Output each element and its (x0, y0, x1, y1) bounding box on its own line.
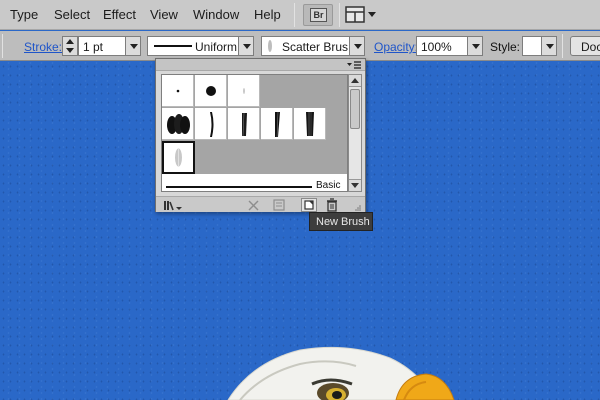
art-brush-basic[interactable]: Basic (162, 174, 347, 191)
opacity-panel-link[interactable]: Opacity: (374, 40, 418, 54)
document-setup-label: Doc (581, 40, 600, 54)
new-brush-tooltip: New Brush (309, 212, 373, 231)
panel-resize-grip[interactable] (354, 201, 362, 211)
bristle-brush-wide[interactable] (294, 108, 326, 140)
style-label: Style: (490, 40, 521, 54)
brush-preview-icon (268, 40, 272, 52)
bridge-icon: Br (310, 8, 327, 22)
scroll-up-arrow[interactable] (349, 75, 361, 87)
delete-brush-button[interactable] (324, 198, 340, 212)
menu-type[interactable]: Type (10, 7, 38, 22)
brush-options-button[interactable] (271, 198, 287, 212)
stroke-panel-link[interactable]: Stroke: (24, 40, 62, 54)
brush-libraries-menu-button[interactable] (162, 198, 184, 212)
control-bar: Stroke: 1 pt Uniform Scatter Brus... Opa… (0, 31, 600, 61)
profile-stroke-preview (154, 45, 192, 47)
arrange-documents-icon (345, 6, 376, 23)
bridge-button[interactable]: Br (303, 4, 333, 26)
graphic-style-swatch[interactable] (522, 36, 542, 56)
calligraphic-brush-small[interactable] (162, 75, 194, 107)
options-icon (273, 199, 285, 211)
menu-bar: Type Select Effect View Window Help Br (0, 0, 600, 30)
new-brush-icon (304, 200, 314, 210)
menu-effect[interactable]: Effect (103, 7, 136, 22)
arrange-documents-button[interactable] (345, 6, 379, 24)
opacity-value: 100% (421, 40, 452, 54)
brushes-panel-header[interactable] (156, 59, 365, 71)
brush-list-scrollbar[interactable] (348, 74, 362, 192)
scroll-down-arrow[interactable] (349, 179, 361, 191)
brushes-panel-footer (156, 196, 365, 212)
stroke-weight-stepper[interactable] (62, 36, 78, 56)
menu-separator (339, 3, 340, 27)
control-separator (562, 34, 563, 58)
variable-width-profile-field[interactable]: Uniform (147, 36, 239, 56)
stroke-weight-dropdown[interactable] (125, 36, 141, 56)
graphic-style-dropdown[interactable] (541, 36, 557, 56)
art-brush-label: Basic (316, 180, 341, 191)
menu-window[interactable]: Window (193, 7, 239, 22)
menu-help[interactable]: Help (254, 7, 281, 22)
menu-select[interactable]: Select (54, 7, 90, 22)
panel-menu-icon (347, 61, 361, 69)
calligraphic-brush-round[interactable] (195, 75, 227, 107)
stroke-weight-value: 1 pt (83, 40, 104, 54)
bristle-brush-flat[interactable] (195, 108, 227, 140)
brush-definition-dropdown[interactable] (349, 36, 365, 56)
bristle-brush-round[interactable] (261, 108, 293, 140)
opacity-dropdown[interactable] (467, 36, 483, 56)
brush-list: Basic (161, 74, 348, 192)
scatter-brush-feather[interactable] (162, 141, 195, 174)
brushes-panel: Basic (155, 58, 366, 212)
calligraphic-brush-thin[interactable] (228, 75, 260, 107)
brush-definition-value: Scatter Brus... (282, 40, 359, 54)
variable-width-profile-value: Uniform (195, 40, 238, 54)
stroke-weight-field[interactable]: 1 pt (78, 36, 126, 56)
delete-brush-icon (327, 198, 337, 212)
document-setup-button[interactable]: Doc (570, 36, 600, 56)
scroll-thumb[interactable] (350, 89, 360, 129)
panel-menu-button[interactable] (347, 60, 361, 70)
variable-width-profile-dropdown[interactable] (238, 36, 254, 56)
menu-separator (294, 3, 295, 27)
opacity-field[interactable]: 100% (416, 36, 468, 56)
menu-view[interactable]: View (150, 7, 178, 22)
new-brush-button[interactable] (301, 198, 317, 212)
control-grip (2, 34, 3, 58)
remove-brush-stroke-button[interactable] (246, 198, 262, 212)
art-brush-stroke-preview (166, 186, 312, 188)
bristle-brush-cluster[interactable] (162, 108, 194, 140)
remove-brush-stroke-icon (248, 200, 259, 211)
brush-definition-field[interactable]: Scatter Brus... (261, 36, 358, 56)
tooltip-text: New Brush (316, 216, 370, 228)
resize-grip-icon (355, 205, 361, 211)
brush-libraries-icon (164, 201, 182, 211)
bristle-brush-fan[interactable] (228, 108, 260, 140)
